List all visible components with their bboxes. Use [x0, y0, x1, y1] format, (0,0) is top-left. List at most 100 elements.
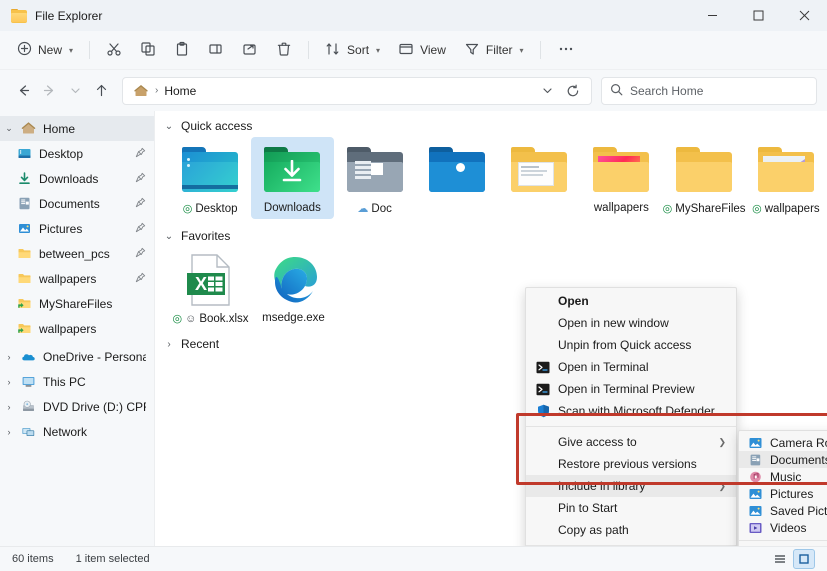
tile-book-xlsx[interactable]: X ◎ ☺ Book.xlsx [169, 247, 252, 329]
submenu-label: Camera Roll [770, 436, 827, 450]
context-menu-item-unpin[interactable]: Unpin from Quick access [526, 334, 736, 356]
context-menu-item-open-terminal[interactable]: Open in Terminal [526, 356, 736, 378]
chevron-right-icon[interactable]: › [0, 377, 18, 387]
tile-mysharefiles[interactable]: ◎ MyShareFiles [663, 137, 745, 219]
filter-button[interactable]: Filter ▾ [455, 36, 533, 65]
favorites-header[interactable]: ⌄ Favorites [155, 219, 827, 247]
status-bar: 60 items 1 item selected [0, 546, 827, 571]
view-button[interactable]: View [389, 36, 455, 65]
sidebar-item-mysharefiles[interactable]: MyShareFiles [0, 291, 154, 316]
shield-icon [534, 404, 552, 418]
quick-access-header[interactable]: ⌄ Quick access [155, 111, 827, 137]
pin-icon[interactable] [135, 222, 146, 236]
pin-icon[interactable] [135, 172, 146, 186]
submenu-item-create-new-library[interactable]: Create new library [739, 545, 827, 546]
back-button[interactable] [10, 78, 36, 104]
share-button[interactable] [233, 36, 267, 65]
sidebar-item-onedrive[interactable]: › OneDrive - Personal [0, 344, 154, 369]
tile-wallpapers-2[interactable]: ◎ wallpapers [745, 137, 827, 219]
search-box[interactable]: Search Home [601, 77, 817, 105]
paste-button[interactable] [165, 36, 199, 65]
maximize-button[interactable] [735, 0, 781, 31]
sidebar-item-desktop[interactable]: Desktop [0, 141, 154, 166]
context-menu-separator [526, 426, 736, 427]
minimize-button[interactable] [689, 0, 735, 31]
sidebar-item-wallpapers[interactable]: wallpapers [0, 266, 154, 291]
chevron-down-icon-sort: ▾ [376, 46, 380, 55]
tile-desktop[interactable]: ◎ Desktop [169, 137, 251, 219]
chevron-right-icon[interactable]: › [0, 427, 18, 437]
chevron-down-icon[interactable]: ⌄ [0, 123, 18, 134]
copy-button[interactable] [131, 36, 165, 65]
context-menu-item-pin-to-start[interactable]: Pin to Start [526, 497, 736, 519]
explorer-body: ⌄ Home Desktop Downloads [0, 111, 827, 546]
trash-icon [276, 41, 292, 60]
address-dropdown-icon[interactable] [535, 79, 559, 103]
forward-button[interactable] [36, 78, 62, 104]
pin-icon[interactable] [135, 147, 146, 161]
submenu-item-music[interactable]: Music [739, 468, 827, 485]
title-bar: File Explorer [0, 0, 827, 31]
context-menu-item-restore-previous-versions[interactable]: Restore previous versions [526, 453, 736, 475]
address-bar[interactable]: › Home [122, 77, 592, 105]
context-menu-separator-2 [526, 545, 736, 546]
large-icons-view-button[interactable] [793, 549, 815, 569]
context-menu-item-open-new-window[interactable]: Open in new window [526, 312, 736, 334]
chevron-right-icon[interactable]: › [163, 339, 175, 350]
chevron-down-icon[interactable]: ⌄ [163, 121, 175, 132]
sidebar-item-downloads[interactable]: Downloads [0, 166, 154, 191]
sidebar-item-home[interactable]: ⌄ Home [0, 116, 154, 141]
rename-button[interactable] [199, 36, 233, 65]
context-menu-item-give-access-to[interactable]: Give access to ❯ [526, 431, 736, 453]
context-menu-item-include-in-library[interactable]: Include in library ❯ [526, 475, 736, 497]
tile-wallpapers-1[interactable]: wallpapers [580, 137, 662, 219]
submenu-item-camera-roll[interactable]: Camera Roll [739, 434, 827, 451]
sidebar-item-dvd-drive[interactable]: › DVD Drive (D:) CPRA_X64FF [0, 394, 154, 419]
refresh-icon[interactable] [561, 79, 585, 103]
sidebar-item-network[interactable]: › Network [0, 419, 154, 444]
pin-icon[interactable] [135, 272, 146, 286]
shared-folder-icon [14, 321, 34, 336]
chevron-right-icon[interactable]: › [0, 402, 18, 412]
context-menu-label: Include in library [558, 479, 645, 493]
new-button[interactable]: New ▾ [8, 36, 82, 65]
tile-msedge-exe[interactable]: msedge.exe [252, 247, 335, 329]
context-menu-item-scan-defender[interactable]: Scan with Microsoft Defender... [526, 400, 736, 422]
submenu-label: Saved Pictures [770, 504, 827, 518]
pin-icon[interactable] [135, 247, 146, 261]
delete-button[interactable] [267, 36, 301, 65]
sidebar-item-wallpapers-shared[interactable]: wallpapers [0, 316, 154, 341]
tile-folder-5[interactable] [498, 137, 580, 219]
sidebar-item-between_pcs[interactable]: between_pcs [0, 241, 154, 266]
context-menu-item-open[interactable]: Open [526, 290, 736, 312]
up-button[interactable] [88, 78, 114, 104]
search-input[interactable]: Search Home [630, 84, 703, 98]
chevron-right-icon[interactable]: › [0, 352, 18, 362]
submenu-item-saved-pictures[interactable]: Saved Pictures [739, 502, 827, 519]
chevron-down-icon[interactable]: ⌄ [163, 231, 175, 242]
tile-documents[interactable]: ☁ Doc [334, 137, 416, 219]
submenu-label: Videos [770, 521, 806, 535]
submenu-item-pictures[interactable]: Pictures [739, 485, 827, 502]
submenu-item-documents[interactable]: Documents [739, 451, 827, 468]
recent-locations-button[interactable] [62, 78, 88, 104]
details-view-button[interactable] [769, 549, 791, 569]
file-explorer-window: File Explorer New ▾ [0, 0, 827, 571]
breadcrumb-home[interactable]: Home [164, 84, 196, 98]
submenu-item-videos[interactable]: Videos [739, 519, 827, 536]
cut-button[interactable] [97, 36, 131, 65]
close-button[interactable] [781, 0, 827, 31]
sort-button[interactable]: Sort ▾ [316, 36, 389, 65]
sidebar-item-pictures[interactable]: Pictures [0, 216, 154, 241]
sidebar-item-this-pc[interactable]: › This PC [0, 369, 154, 394]
tile-pictures[interactable] [416, 137, 498, 219]
pin-icon[interactable] [135, 197, 146, 211]
sidebar-item-documents[interactable]: Documents [0, 191, 154, 216]
context-menu-item-open-terminal-preview[interactable]: Open in Terminal Preview [526, 378, 736, 400]
context-menu-label: Give access to [558, 435, 637, 449]
see-more-button[interactable] [548, 36, 584, 65]
desktop-folder-icon [178, 143, 242, 196]
tile-downloads[interactable]: Downloads [251, 137, 333, 219]
tile-caption: Downloads [264, 202, 321, 214]
context-menu-item-copy-as-path[interactable]: Copy as path [526, 519, 736, 541]
